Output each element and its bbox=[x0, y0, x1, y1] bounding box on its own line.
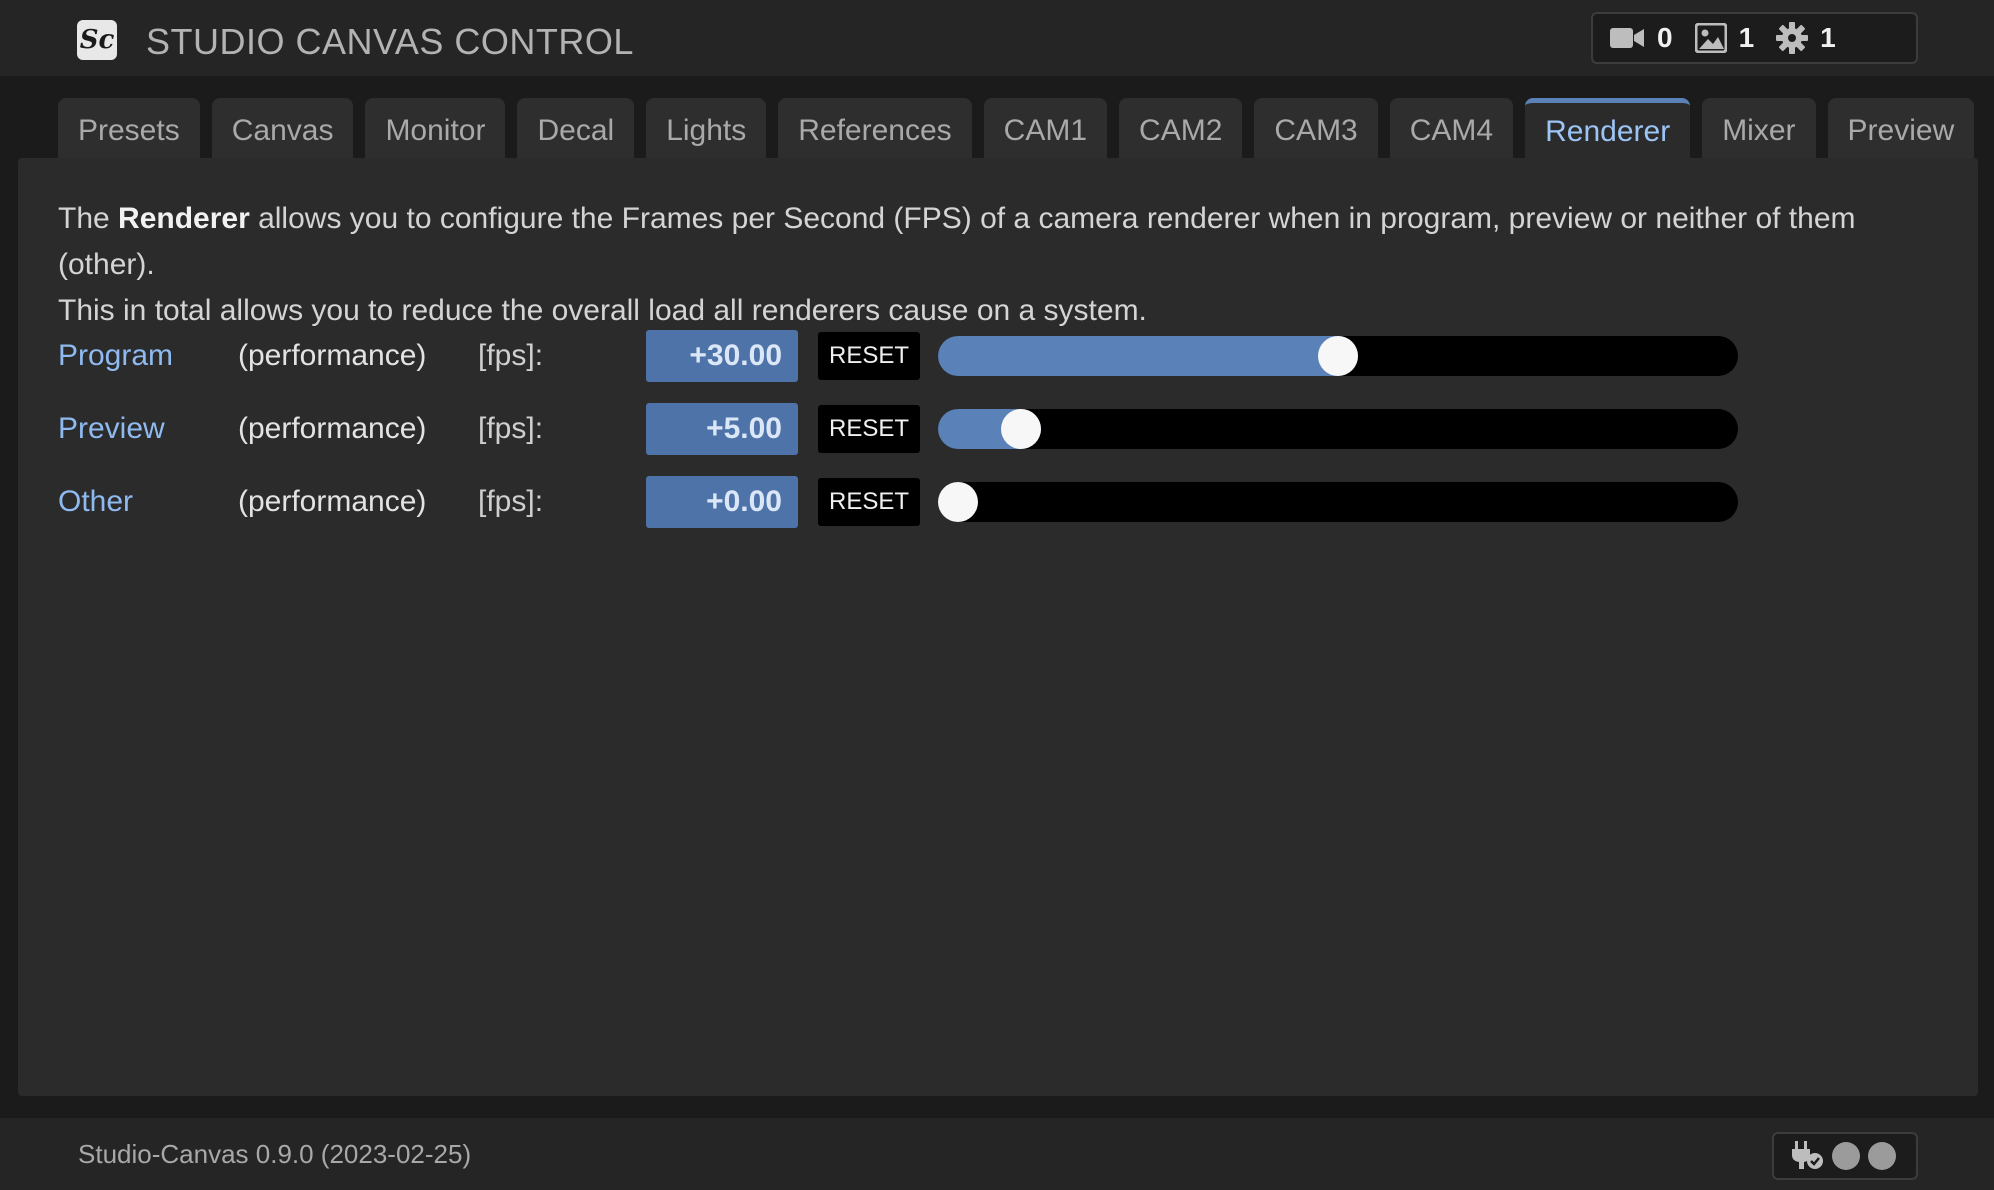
other-label: Other bbox=[58, 485, 134, 518]
tab-presets[interactable]: Presets bbox=[58, 98, 200, 160]
plug-check-icon bbox=[1792, 1141, 1823, 1169]
tab-bar: Presets Canvas Monitor Decal Lights Refe… bbox=[58, 96, 1986, 160]
app-title: STUDIO CANVAS CONTROL bbox=[146, 21, 634, 62]
renderer-panel: The Renderer allows you to configure the… bbox=[18, 158, 1978, 1096]
settings-count: 1 bbox=[1820, 22, 1836, 53]
program-row: Program (performance) [fps]: +30.00 RESE… bbox=[58, 330, 1758, 382]
video-camera-icon bbox=[1610, 28, 1644, 48]
preview-slider-knob[interactable] bbox=[1001, 409, 1042, 449]
camera-count: 0 bbox=[1657, 22, 1673, 53]
tab-cam1[interactable]: CAM1 bbox=[983, 98, 1108, 160]
image-icon bbox=[1694, 23, 1727, 53]
status-dot-2 bbox=[1868, 1142, 1896, 1170]
program-unit: [fps]: bbox=[478, 339, 544, 372]
tab-monitor[interactable]: Monitor bbox=[365, 98, 506, 160]
tab-references[interactable]: References bbox=[778, 98, 972, 160]
app-logo: Sc bbox=[77, 20, 117, 60]
program-label: Program bbox=[58, 339, 174, 372]
camera-stat: 0 bbox=[1609, 22, 1673, 54]
tab-renderer[interactable]: Renderer bbox=[1525, 98, 1691, 160]
preview-mode: (performance) bbox=[238, 412, 427, 445]
program-fps-slider[interactable] bbox=[938, 336, 1738, 376]
preview-fps-value[interactable]: +5.00 bbox=[646, 403, 798, 455]
other-row: Other (performance) [fps]: +0.00 RESET bbox=[58, 476, 1758, 528]
preview-row: Preview (performance) [fps]: +5.00 RESET bbox=[58, 403, 1758, 455]
tab-cam2[interactable]: CAM2 bbox=[1119, 98, 1243, 160]
version-info: Studio-Canvas 0.9.0 (2023-02-25) bbox=[78, 1139, 472, 1169]
preview-unit: [fps]: bbox=[478, 412, 544, 445]
preview-fps-slider[interactable] bbox=[938, 409, 1738, 449]
status-indicators: 0 1 1 bbox=[1591, 12, 1918, 64]
app-header: Sc STUDIO CANVAS CONTROL 0 1 1 bbox=[0, 0, 1994, 76]
image-stat: 1 bbox=[1694, 22, 1755, 54]
gear-icon bbox=[1776, 22, 1809, 54]
connection-status bbox=[1772, 1132, 1918, 1180]
description-prefix: The bbox=[58, 202, 119, 235]
settings-stat: 1 bbox=[1776, 22, 1836, 54]
status-dot-1 bbox=[1832, 1142, 1860, 1170]
other-fps-slider[interactable] bbox=[938, 482, 1738, 522]
tab-preview[interactable]: Preview bbox=[1827, 98, 1975, 160]
other-mode: (performance) bbox=[238, 485, 427, 518]
other-reset-button[interactable]: RESET bbox=[818, 478, 920, 526]
description-line1: allows you to configure the Frames per S… bbox=[58, 202, 1856, 281]
other-slider-knob[interactable] bbox=[938, 482, 978, 522]
image-count: 1 bbox=[1738, 22, 1755, 53]
other-unit: [fps]: bbox=[478, 485, 544, 518]
tab-lights[interactable]: Lights bbox=[646, 98, 767, 160]
preview-label: Preview bbox=[58, 412, 165, 445]
program-slider-knob[interactable] bbox=[1318, 336, 1358, 376]
app-footer: Studio-Canvas 0.9.0 (2023-02-25) bbox=[0, 1118, 1994, 1190]
tab-mixer[interactable]: Mixer bbox=[1702, 98, 1816, 160]
tab-cam3[interactable]: CAM3 bbox=[1254, 98, 1378, 160]
other-fps-value[interactable]: +0.00 bbox=[646, 476, 798, 528]
program-reset-button[interactable]: RESET bbox=[818, 332, 920, 380]
tab-cam4[interactable]: CAM4 bbox=[1389, 98, 1514, 160]
tab-canvas[interactable]: Canvas bbox=[211, 98, 354, 160]
renderer-description: The Renderer allows you to configure the… bbox=[58, 196, 1938, 334]
program-fps-value[interactable]: +30.00 bbox=[646, 330, 798, 382]
preview-reset-button[interactable]: RESET bbox=[818, 405, 920, 453]
tab-decal[interactable]: Decal bbox=[517, 98, 635, 160]
description-keyword: Renderer bbox=[118, 202, 250, 235]
program-mode: (performance) bbox=[238, 339, 427, 372]
program-slider-fill bbox=[938, 336, 1358, 376]
description-line2: This in total allows you to reduce the o… bbox=[58, 294, 1147, 327]
